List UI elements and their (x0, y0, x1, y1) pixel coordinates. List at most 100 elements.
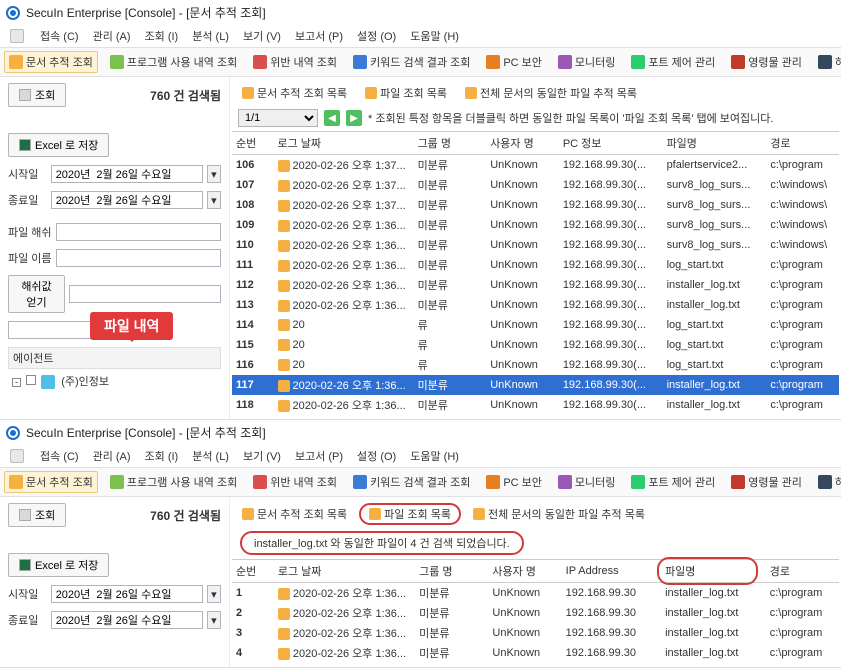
search-input[interactable] (8, 321, 98, 339)
table-row[interactable]: 1182020-02-26 오후 1:36...미분류UnKnown192.16… (232, 395, 839, 415)
calendar-icon[interactable]: ▾ (207, 165, 221, 183)
excel-export-button[interactable]: Excel 로 저장 (8, 133, 109, 157)
tab-file-list[interactable]: 파일 조회 목록 (359, 503, 461, 525)
file-hash-input[interactable] (56, 223, 221, 241)
menu-connect[interactable]: 접속 (C) (40, 28, 79, 44)
calendar-icon[interactable]: ▾ (207, 585, 221, 603)
tool-monitoring[interactable]: 모니터링 (554, 52, 619, 72)
tool-keyword[interactable]: 키워드 검색 결과 조회 (349, 52, 474, 72)
menu-look[interactable]: 보기 (V) (243, 448, 281, 464)
col-date[interactable]: 로그 날짜 (274, 560, 415, 583)
table-row[interactable]: 11520류UnKnown192.168.99.30(...log_start.… (232, 335, 839, 355)
menu-manage[interactable]: 관리 (A) (93, 28, 131, 44)
col-file[interactable]: 파일명 (663, 132, 767, 155)
next-page-button[interactable]: ▶ (346, 110, 362, 126)
col-user[interactable]: 사용자 명 (488, 560, 561, 583)
table-row[interactable]: 11620류UnKnown192.168.99.30(...log_start.… (232, 355, 839, 375)
col-user[interactable]: 사용자 명 (486, 132, 559, 155)
col-group[interactable]: 그룹 명 (415, 560, 488, 583)
menu-icon[interactable] (10, 29, 24, 43)
table-row[interactable]: 1172020-02-26 오후 1:36...미분류UnKnown192.16… (232, 375, 839, 395)
table-row[interactable]: 1092020-02-26 오후 1:36...미분류UnKnown192.16… (232, 215, 839, 235)
hash-value-input[interactable] (69, 285, 221, 303)
menu-help[interactable]: 도움말 (H) (410, 448, 459, 464)
usb-icon (818, 475, 832, 489)
menu-settings[interactable]: 설정 (O) (357, 448, 396, 464)
tool-port[interactable]: 포트 제어 관리 (627, 52, 719, 72)
table-row[interactable]: 32020-02-26 오후 1:36...미분류UnKnown192.168.… (232, 623, 839, 643)
table-row[interactable]: 12020-02-26 오후 1:36...미분류UnKnown192.168.… (232, 583, 839, 604)
excel-export-button[interactable]: Excel 로 저장 (8, 553, 109, 577)
menu-icon[interactable] (10, 449, 24, 463)
pc-icon (486, 475, 500, 489)
menu-report[interactable]: 보고서 (P) (295, 28, 343, 44)
menu-analyze[interactable]: 분석 (L) (192, 448, 229, 464)
menu-analyze[interactable]: 분석 (L) (192, 28, 229, 44)
col-pc[interactable]: PC 정보 (559, 132, 663, 155)
table-row[interactable]: 1102020-02-26 오후 1:36...미분류UnKnown192.16… (232, 235, 839, 255)
get-hash-button[interactable]: 해쉬값 얻기 (8, 275, 65, 313)
tool-usb[interactable]: 허용 USB 정책 (814, 472, 841, 492)
query-button[interactable]: 조회 (8, 83, 66, 107)
table-row[interactable]: 1072020-02-26 오후 1:37...미분류UnKnown192.16… (232, 175, 839, 195)
tool-pc-sec[interactable]: PC 보안 (482, 52, 546, 72)
tool-prog-usage[interactable]: 프로그램 사용 내역 조회 (106, 472, 241, 492)
table-row[interactable]: 22020-02-26 오후 1:36...미분류UnKnown192.168.… (232, 603, 839, 623)
table-row[interactable]: 1112020-02-26 오후 1:36...미분류UnKnown192.16… (232, 255, 839, 275)
calendar-icon[interactable]: ▾ (207, 611, 221, 629)
col-ip[interactable]: IP Address (562, 560, 661, 583)
col-path[interactable]: 경로 (766, 132, 839, 155)
start-date-input[interactable] (51, 585, 203, 603)
tab-all-same-file[interactable]: 전체 문서의 동일한 파일 추적 목록 (467, 504, 651, 524)
tab-doc-trace-list[interactable]: 문서 추적 조회 목록 (236, 83, 353, 103)
tool-doc-trace[interactable]: 문서 추적 조회 (4, 51, 98, 73)
tab-doc-trace-list[interactable]: 문서 추적 조회 목록 (236, 504, 353, 524)
tool-prog-usage[interactable]: 프로그램 사용 내역 조회 (106, 52, 241, 72)
col-group[interactable]: 그룹 명 (414, 132, 487, 155)
calendar-icon[interactable]: ▾ (207, 191, 221, 209)
tool-screen[interactable]: 영령물 관리 (727, 52, 806, 72)
menu-look[interactable]: 보기 (V) (243, 28, 281, 44)
table-row[interactable]: 1122020-02-26 오후 1:36...미분류UnKnown192.16… (232, 275, 839, 295)
col-no[interactable]: 순번 (232, 560, 274, 583)
tool-doc-trace[interactable]: 문서 추적 조회 (4, 471, 98, 493)
col-no[interactable]: 순번 (232, 132, 274, 155)
menu-settings[interactable]: 설정 (O) (357, 28, 396, 44)
table-row[interactable]: 1062020-02-26 오후 1:37...미분류UnKnown192.16… (232, 155, 839, 176)
table-row[interactable]: 11420류UnKnown192.168.99.30(...log_start.… (232, 315, 839, 335)
end-date-input[interactable] (51, 191, 203, 209)
tree-checkbox[interactable] (26, 375, 36, 385)
col-file[interactable]: 파일명 (661, 560, 766, 583)
tool-screen[interactable]: 영령물 관리 (727, 472, 806, 492)
tab-file-list[interactable]: 파일 조회 목록 (359, 83, 453, 103)
end-date-input[interactable] (51, 611, 203, 629)
file-name-label: 파일 이름 (8, 250, 52, 266)
file-name-input[interactable] (56, 249, 221, 267)
prev-page-button[interactable]: ◀ (324, 110, 340, 126)
tool-pc-sec[interactable]: PC 보안 (482, 472, 546, 492)
menu-report[interactable]: 보고서 (P) (295, 448, 343, 464)
tool-monitoring[interactable]: 모니터링 (554, 472, 619, 492)
table-row[interactable]: 42020-02-26 오후 1:36...미분류UnKnown192.168.… (232, 643, 839, 663)
tool-usb[interactable]: 허용 USB 정책 (814, 52, 841, 72)
start-date-input[interactable] (51, 165, 203, 183)
menu-view[interactable]: 조회 (I) (145, 28, 179, 44)
menu-connect[interactable]: 접속 (C) (40, 448, 79, 464)
tree-expand-icon[interactable]: - (12, 378, 21, 387)
port-icon (631, 55, 645, 69)
col-date[interactable]: 로그 날짜 (274, 132, 414, 155)
tool-violation[interactable]: 위반 내역 조회 (249, 52, 341, 72)
menu-view[interactable]: 조회 (I) (145, 448, 179, 464)
tool-keyword[interactable]: 키워드 검색 결과 조회 (349, 472, 474, 492)
tab-all-same-file[interactable]: 전체 문서의 동일한 파일 추적 목록 (459, 83, 643, 103)
query-button[interactable]: 조회 (8, 503, 66, 527)
tool-violation[interactable]: 위반 내역 조회 (249, 472, 341, 492)
page-select[interactable]: 1/1 (238, 109, 318, 127)
menu-manage[interactable]: 관리 (A) (93, 448, 131, 464)
table-row[interactable]: 1082020-02-26 오후 1:37...미분류UnKnown192.16… (232, 195, 839, 215)
menu-help[interactable]: 도움말 (H) (410, 28, 459, 44)
agent-name[interactable]: (주)인정보 (61, 376, 109, 388)
col-path[interactable]: 경로 (766, 560, 839, 583)
tool-port[interactable]: 포트 제어 관리 (627, 472, 719, 492)
table-row[interactable]: 1132020-02-26 오후 1:36...미분류UnKnown192.16… (232, 295, 839, 315)
